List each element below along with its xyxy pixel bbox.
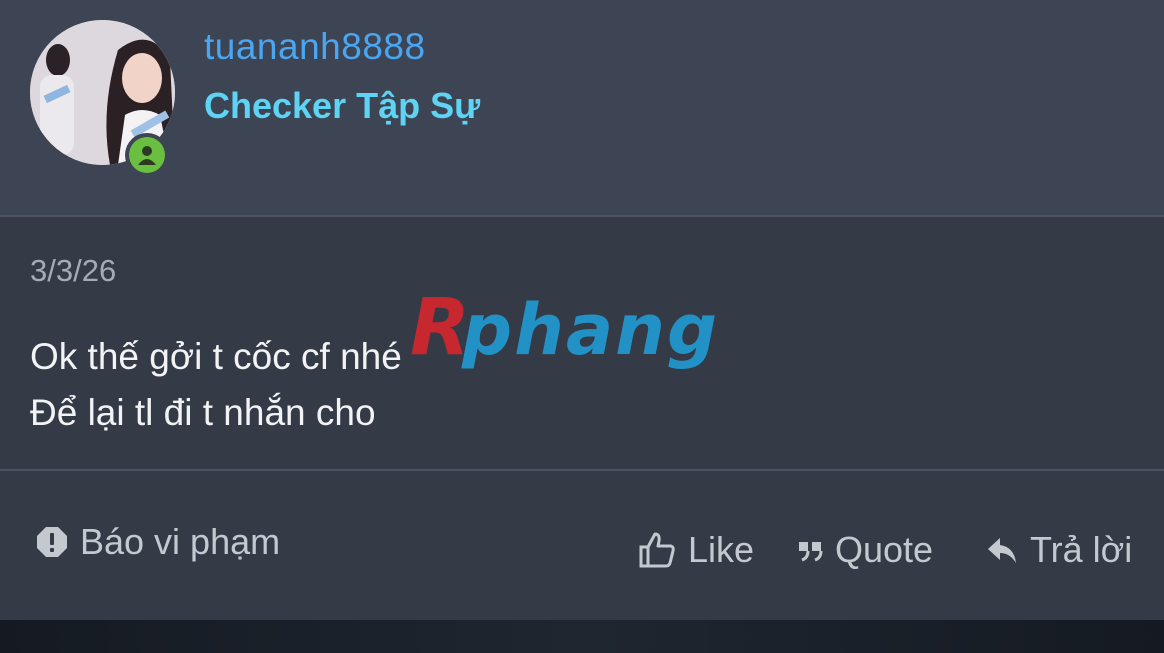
message-text: Ok thế gởi t cốc cf nhé Để lại tl đi t n… <box>30 329 402 441</box>
report-label: Báo vi phạm <box>80 521 281 562</box>
username-link[interactable]: tuananh8888 <box>204 26 426 68</box>
message-line: Để lại tl đi t nhắn cho <box>30 392 376 433</box>
post-footer: Báo vi phạm Like Quote Trả lời <box>0 471 1164 620</box>
quote-label: Quote <box>835 529 934 570</box>
like-label: Like <box>688 529 755 570</box>
bottom-bar <box>0 620 1164 653</box>
post-date[interactable]: 3/3/26 <box>30 253 116 289</box>
svg-text:phang: phang <box>461 289 719 371</box>
like-button[interactable]: Like <box>638 529 754 571</box>
report-button[interactable]: Báo vi phạm <box>36 521 280 563</box>
post-header: tuananh8888 Checker Tập Sự <box>0 0 1164 217</box>
post-body: 3/3/26 Ok thế gởi t cốc cf nhé Để lại tl… <box>0 217 1164 471</box>
user-icon <box>129 137 165 173</box>
post: tuananh8888 Checker Tập Sự 3/3/26 Ok thế… <box>0 0 1164 620</box>
thumbs-up-icon <box>638 531 676 569</box>
online-status-badge <box>125 133 169 177</box>
quote-button[interactable]: Quote <box>797 529 933 571</box>
reply-icon <box>986 535 1018 565</box>
message-line: Ok thế gởi t cốc cf nhé <box>30 336 402 377</box>
user-title: Checker Tập Sự <box>204 85 481 126</box>
reply-label: Trả lời <box>1030 529 1133 570</box>
exclamation-icon <box>36 526 68 558</box>
watermark-logo: R phang <box>410 283 719 372</box>
quote-icon <box>797 538 823 562</box>
reply-button[interactable]: Trả lời <box>986 529 1132 571</box>
